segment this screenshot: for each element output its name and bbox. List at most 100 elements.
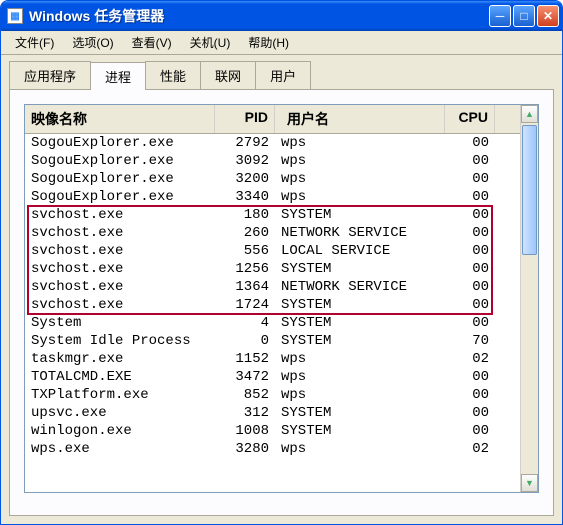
scroll-thumb[interactable]	[522, 125, 537, 255]
cell-name: winlogon.exe	[25, 422, 215, 440]
cell-pid: 1724	[215, 296, 275, 314]
cell-cpu: 70	[445, 332, 495, 350]
cell-name: svchost.exe	[25, 260, 215, 278]
cell-user: SYSTEM	[275, 260, 445, 278]
cell-user: SYSTEM	[275, 404, 445, 422]
col-header-cpu[interactable]: CPU	[445, 105, 495, 133]
table-row[interactable]: TOTALCMD.EXE3472wps00	[25, 368, 520, 386]
table-row[interactable]: taskmgr.exe1152wps02	[25, 350, 520, 368]
cell-user: LOCAL SERVICE	[275, 242, 445, 260]
cell-pid: 180	[215, 206, 275, 224]
app-icon: ▦	[7, 8, 23, 24]
cell-cpu: 00	[445, 278, 495, 296]
cell-name: wps.exe	[25, 440, 215, 458]
cell-name: SogouExplorer.exe	[25, 188, 215, 206]
tab-performance[interactable]: 性能	[145, 61, 201, 89]
table-row[interactable]: SogouExplorer.exe3200wps00	[25, 170, 520, 188]
menubar: 文件(F) 选项(O) 查看(V) 关机(U) 帮助(H)	[1, 31, 562, 55]
scroll-track[interactable]	[521, 123, 538, 474]
cell-name: System	[25, 314, 215, 332]
table-row[interactable]: svchost.exe1724SYSTEM00	[25, 296, 520, 314]
menu-file[interactable]: 文件(F)	[7, 32, 62, 53]
cell-pid: 1364	[215, 278, 275, 296]
table-row[interactable]: SogouExplorer.exe2792wps00	[25, 134, 520, 152]
cell-name: TXPlatform.exe	[25, 386, 215, 404]
cell-cpu: 00	[445, 296, 495, 314]
cell-cpu: 00	[445, 152, 495, 170]
cell-name: upsvc.exe	[25, 404, 215, 422]
menu-options[interactable]: 选项(O)	[64, 32, 121, 53]
vertical-scrollbar[interactable]: ▲ ▼	[520, 105, 538, 492]
process-listview: 映像名称 PID 用户名 CPU SogouExplorer.exe2792wp…	[24, 104, 539, 493]
cell-name: svchost.exe	[25, 296, 215, 314]
menu-help[interactable]: 帮助(H)	[240, 32, 297, 53]
cell-name: System Idle Process	[25, 332, 215, 350]
scroll-down-icon[interactable]: ▼	[521, 474, 538, 492]
titlebar[interactable]: ▦ Windows 任务管理器 ─ □ ✕	[1, 1, 562, 31]
cell-cpu: 00	[445, 188, 495, 206]
col-header-user[interactable]: 用户名	[275, 105, 445, 133]
cell-user: SYSTEM	[275, 314, 445, 332]
column-headers: 映像名称 PID 用户名 CPU	[25, 105, 520, 134]
tab-networking[interactable]: 联网	[200, 61, 256, 89]
table-row[interactable]: SogouExplorer.exe3092wps00	[25, 152, 520, 170]
tab-applications[interactable]: 应用程序	[9, 61, 91, 89]
table-row[interactable]: wps.exe3280wps02	[25, 440, 520, 458]
table-row[interactable]: winlogon.exe1008SYSTEM00	[25, 422, 520, 440]
table-row[interactable]: System Idle Process0SYSTEM70	[25, 332, 520, 350]
process-rows: SogouExplorer.exe2792wps00SogouExplorer.…	[25, 134, 520, 458]
cell-name: SogouExplorer.exe	[25, 134, 215, 152]
tab-users[interactable]: 用户	[255, 61, 311, 89]
cell-pid: 1152	[215, 350, 275, 368]
processes-panel: 映像名称 PID 用户名 CPU SogouExplorer.exe2792wp…	[9, 89, 554, 516]
table-row[interactable]: svchost.exe260NETWORK SERVICE00	[25, 224, 520, 242]
cell-user: SYSTEM	[275, 422, 445, 440]
cell-cpu: 00	[445, 260, 495, 278]
cell-user: wps	[275, 440, 445, 458]
cell-user: wps	[275, 134, 445, 152]
table-row[interactable]: svchost.exe556LOCAL SERVICE00	[25, 242, 520, 260]
cell-user: wps	[275, 152, 445, 170]
cell-user: wps	[275, 170, 445, 188]
cell-cpu: 00	[445, 134, 495, 152]
cell-user: wps	[275, 350, 445, 368]
table-row[interactable]: System4SYSTEM00	[25, 314, 520, 332]
cell-cpu: 00	[445, 224, 495, 242]
cell-cpu: 00	[445, 170, 495, 188]
cell-pid: 1256	[215, 260, 275, 278]
tab-processes[interactable]: 进程	[90, 62, 146, 90]
close-button[interactable]: ✕	[537, 5, 559, 27]
cell-name: svchost.exe	[25, 224, 215, 242]
col-header-pid[interactable]: PID	[215, 105, 275, 133]
cell-cpu: 00	[445, 368, 495, 386]
menu-view[interactable]: 查看(V)	[124, 32, 180, 53]
cell-name: taskmgr.exe	[25, 350, 215, 368]
cell-user: wps	[275, 368, 445, 386]
table-row[interactable]: svchost.exe180SYSTEM00	[25, 206, 520, 224]
minimize-button[interactable]: ─	[489, 5, 511, 27]
table-row[interactable]: svchost.exe1364NETWORK SERVICE00	[25, 278, 520, 296]
cell-name: TOTALCMD.EXE	[25, 368, 215, 386]
cell-pid: 2792	[215, 134, 275, 152]
cell-pid: 3200	[215, 170, 275, 188]
table-row[interactable]: svchost.exe1256SYSTEM00	[25, 260, 520, 278]
cell-user: SYSTEM	[275, 332, 445, 350]
footer-spacer	[24, 493, 539, 501]
table-row[interactable]: TXPlatform.exe852wps00	[25, 386, 520, 404]
tab-strip: 应用程序 进程 性能 联网 用户	[1, 55, 562, 89]
maximize-button[interactable]: □	[513, 5, 535, 27]
scroll-up-icon[interactable]: ▲	[521, 105, 538, 123]
col-header-name[interactable]: 映像名称	[25, 105, 215, 133]
cell-user: SYSTEM	[275, 296, 445, 314]
cell-cpu: 02	[445, 440, 495, 458]
table-row[interactable]: upsvc.exe312SYSTEM00	[25, 404, 520, 422]
cell-name: svchost.exe	[25, 206, 215, 224]
cell-cpu: 02	[445, 350, 495, 368]
table-row[interactable]: SogouExplorer.exe3340wps00	[25, 188, 520, 206]
cell-pid: 0	[215, 332, 275, 350]
menu-shutdown[interactable]: 关机(U)	[182, 32, 239, 53]
cell-cpu: 00	[445, 314, 495, 332]
cell-cpu: 00	[445, 404, 495, 422]
cell-pid: 556	[215, 242, 275, 260]
cell-pid: 4	[215, 314, 275, 332]
